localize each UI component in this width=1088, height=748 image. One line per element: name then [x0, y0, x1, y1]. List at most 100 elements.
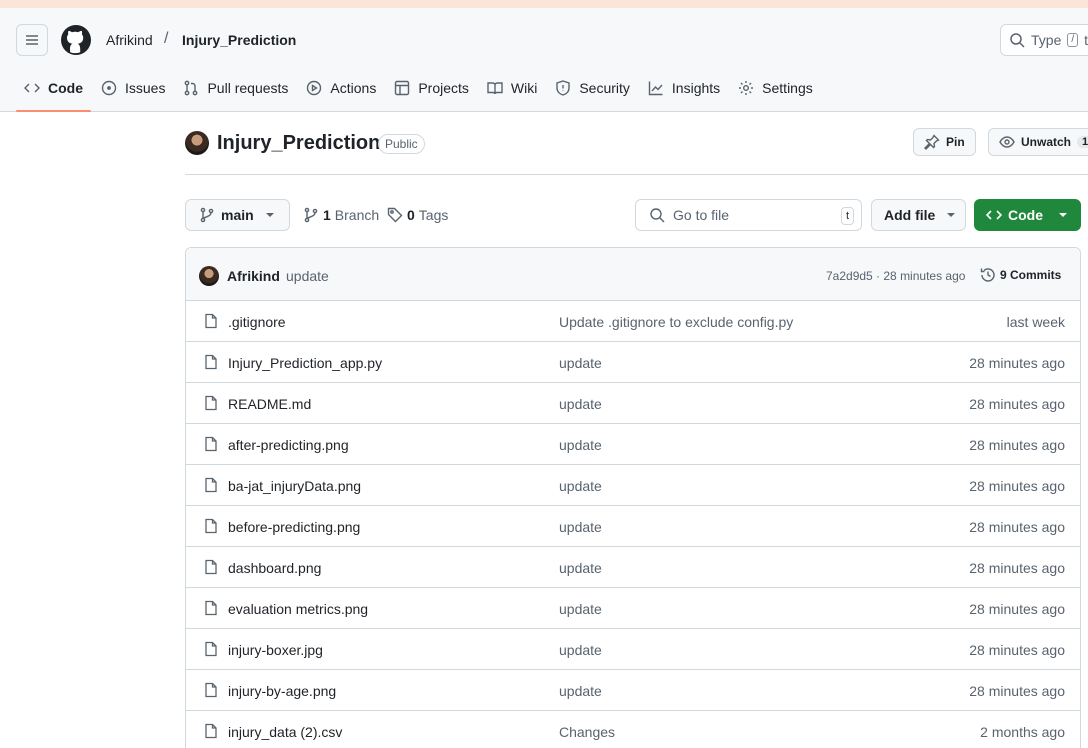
commit-message[interactable]: update [286, 268, 329, 284]
repository-title[interactable]: Injury_Prediction [217, 132, 380, 155]
browser-top-strip [0, 0, 1088, 8]
history-icon [980, 268, 995, 282]
file-commit-message[interactable]: update [559, 560, 602, 576]
tab-label: Wiki [510, 80, 538, 96]
tab-security[interactable]: Security [547, 72, 638, 104]
file-commit-message[interactable]: update [559, 683, 602, 699]
repository-title-bar: Injury_Prediction Public Pin Unwatch 1 [185, 128, 1088, 175]
file-toolbar: main 1 Branch 0 Tags Go to file t Add fi… [185, 199, 1081, 231]
branch-name: main [221, 207, 254, 223]
git-branch-icon [304, 207, 318, 223]
tab-label: Insights [671, 80, 721, 96]
tab-label: Actions [330, 80, 377, 96]
tab-issues[interactable]: Issues [93, 72, 173, 104]
file-icon [203, 395, 219, 411]
branch-label: Branch [334, 207, 380, 223]
file-row[interactable]: Injury_Prediction_app.py update 28 minut… [186, 342, 1080, 383]
file-row[interactable]: ba-jat_injuryData.png update 28 minutes … [186, 465, 1080, 506]
file-name[interactable]: after-predicting.png [228, 437, 349, 453]
commit-author-avatar[interactable] [199, 266, 219, 286]
file-row[interactable]: README.md update 28 minutes ago [186, 383, 1080, 424]
tab-pull-requests[interactable]: Pull requests [175, 72, 296, 104]
go-to-file-shortcut: t [840, 207, 854, 225]
file-icon [203, 518, 219, 534]
repo-nav-tabs: Code Issues Pull requests Actions Projec… [16, 72, 821, 112]
file-name[interactable]: README.md [228, 396, 311, 412]
chevron-down-icon [265, 213, 274, 217]
file-commit-message[interactable]: update [559, 642, 602, 658]
tab-wiki[interactable]: Wiki [479, 72, 545, 104]
search-icon [650, 208, 665, 223]
file-name[interactable]: evaluation metrics.png [228, 601, 368, 617]
tab-label: Settings [762, 80, 813, 96]
play-icon [307, 80, 322, 96]
file-icon [203, 436, 219, 452]
tab-insights[interactable]: Insights [640, 72, 728, 104]
go-to-file-input[interactable]: Go to file t [635, 199, 862, 231]
file-commit-message[interactable]: update [559, 437, 602, 453]
file-row[interactable]: injury_data (2).csv Changes 2 months ago [186, 711, 1080, 748]
book-icon [487, 82, 503, 95]
file-commit-message[interactable]: update [559, 519, 602, 535]
branch-selector[interactable]: main [185, 199, 290, 231]
commit-author[interactable]: Afrikind [227, 268, 280, 284]
file-row[interactable]: before-predicting.png update 28 minutes … [186, 506, 1080, 547]
tab-actions[interactable]: Actions [298, 72, 384, 104]
file-icon [203, 559, 219, 575]
file-commit-message[interactable]: Changes [559, 724, 615, 740]
tab-label: Issues [125, 80, 166, 96]
file-name[interactable]: Injury_Prediction_app.py [228, 355, 382, 371]
breadcrumb-separator: / [164, 30, 169, 47]
branches-link[interactable]: 1 Branch [303, 199, 379, 231]
file-name[interactable]: injury-by-age.png [228, 683, 336, 699]
file-name[interactable]: .gitignore [228, 314, 286, 330]
file-commit-date: 28 minutes ago [969, 519, 1065, 535]
file-row[interactable]: injury-boxer.jpg update 28 minutes ago [186, 629, 1080, 670]
unwatch-button[interactable]: Unwatch 1 [988, 128, 1088, 156]
file-commit-message[interactable]: update [559, 478, 602, 494]
file-row[interactable]: after-predicting.png update 28 minutes a… [186, 424, 1080, 465]
tags-link[interactable]: 0 Tags [387, 199, 448, 231]
file-name[interactable]: before-predicting.png [228, 519, 360, 535]
tab-settings[interactable]: Settings [730, 72, 821, 104]
file-commit-message[interactable]: Update .gitignore to exclude config.py [559, 314, 793, 330]
file-row[interactable]: dashboard.png update 28 minutes ago [186, 547, 1080, 588]
tab-projects[interactable]: Projects [386, 72, 477, 104]
tab-code[interactable]: Code [16, 72, 91, 112]
file-commit-message[interactable]: update [559, 355, 602, 371]
search-shortcut-key: / [1067, 33, 1079, 47]
file-icon [203, 477, 219, 493]
commit-count: 9 Commits [1000, 268, 1062, 282]
file-commit-date: 28 minutes ago [969, 642, 1065, 658]
file-row[interactable]: evaluation metrics.png update 28 minutes… [186, 588, 1080, 629]
github-logo-icon[interactable] [60, 24, 92, 56]
file-commit-date: 28 minutes ago [969, 478, 1065, 494]
owner-avatar[interactable] [185, 131, 209, 155]
file-row[interactable]: injury-by-age.png update 28 minutes ago [186, 670, 1080, 711]
breadcrumb-repo[interactable]: Injury_Prediction [182, 32, 296, 48]
search-placeholder: Type [1031, 32, 1062, 48]
file-icon [203, 723, 219, 739]
file-commit-date: last week [1006, 314, 1065, 330]
file-icon [203, 600, 219, 616]
unwatch-label: Unwatch [1021, 135, 1072, 149]
breadcrumb-owner[interactable]: Afrikind [106, 32, 153, 48]
global-search-input[interactable]: Type / t [1000, 24, 1088, 56]
watch-count: 1 [1077, 136, 1088, 148]
file-commit-message[interactable]: update [559, 601, 602, 617]
code-button[interactable]: Code [974, 199, 1081, 231]
tab-label: Code [48, 80, 83, 96]
file-name[interactable]: injury_data (2).csv [228, 724, 342, 740]
commits-link[interactable]: 9 Commits [980, 267, 1061, 283]
file-name[interactable]: injury-boxer.jpg [228, 642, 323, 658]
code-icon [24, 83, 40, 93]
menu-button[interactable] [16, 24, 48, 56]
file-name[interactable]: dashboard.png [228, 560, 321, 576]
file-row[interactable]: .gitignore Update .gitignore to exclude … [186, 301, 1080, 342]
file-name[interactable]: ba-jat_injuryData.png [228, 478, 361, 494]
add-file-button[interactable]: Add file [871, 199, 966, 231]
file-commit-message[interactable]: update [559, 396, 602, 412]
git-branch-icon [200, 207, 214, 223]
commit-hash-time[interactable]: 7a2d9d5 · 28 minutes ago [826, 269, 965, 283]
pin-button[interactable]: Pin [913, 128, 976, 156]
